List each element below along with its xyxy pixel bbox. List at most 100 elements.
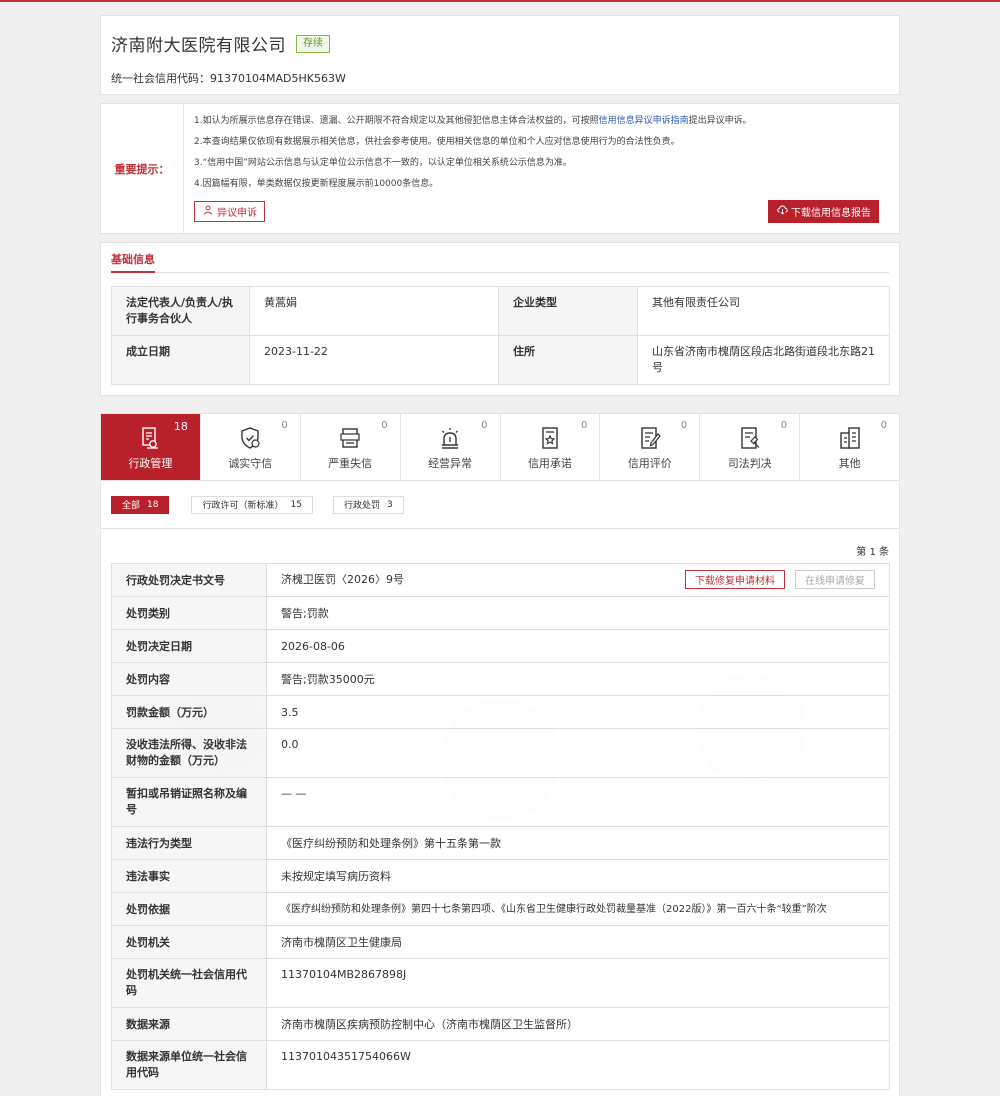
row-label: 处罚决定日期 [111,629,267,663]
filter-count: 15 [290,499,302,510]
row-label: 违法事实 [111,859,267,893]
download-repair-button[interactable]: 下载修复申请材料 [685,570,785,589]
address-value: 山东省济南市槐荫区段店北路街道段北东路21号 [637,335,890,385]
tab-label: 经营异常 [428,457,473,470]
tab-label: 行政管理 [128,457,173,470]
row-value: 警告;罚款35000元 [266,662,890,696]
company-type-label: 企业类型 [498,286,638,336]
credit-code-value: 91370104MAD5HK563W [210,72,346,85]
notice-line-2: 2.本查询结果仅依现有数据展示相关信息，供社会参考使用。使用相关信息的单位和个人… [194,137,680,147]
tab-label: 诚实守信 [228,457,273,470]
row-label: 处罚类别 [111,596,267,630]
table-row: 处罚依据 《医疗纠纷预防和处理条例》第四十七条第四项、《山东省卫生健康行政处罚裁… [111,892,890,926]
filter-label: 行政处罚 [343,501,380,511]
basic-info-section: 基础信息 法定代表人/负责人/执行事务合伙人 黄蒿娟 企业类型 其他有限责任公司… [100,242,900,396]
row-label: 没收违法所得、没收非法财物的金额（万元） [111,728,267,778]
notice-line-4: 4.因篇幅有限，单类数据仅按更新程度展示前10000条信息。 [194,179,439,189]
credit-code-label: 统一社会信用代码： [111,72,210,85]
table-row: 没收违法所得、没收非法财物的金额（万元） 0.0 [111,728,890,778]
tab-integrity[interactable]: 0 诚实守信 [201,414,301,480]
table-row: 违法行为类型 《医疗纠纷预防和处理条例》第十五条第一款 [111,826,890,860]
table-row: 暂扣或吊销证照名称及编号 — — [111,777,890,827]
tab-credit-evaluation[interactable]: 0 信用评价 [600,414,701,480]
table-row: 处罚内容 警告;罚款35000元 [111,662,890,696]
table-row: 法定代表人/负责人/执行事务合伙人 黄蒿娟 企业类型 其他有限责任公司 [111,286,890,336]
row-label: 处罚机关 [111,925,267,959]
download-report-button[interactable]: 下载信用信息报告 [768,200,879,223]
row-label: 数据来源单位统一社会信用代码 [111,1040,267,1090]
online-repair-button[interactable]: 在线申请修复 [795,570,875,589]
row-value: 未按规定填写病历资料 [266,859,890,893]
row-value: 《医疗纠纷预防和处理条例》第十五条第一款 [266,826,890,860]
row-value: 3.5 [266,695,890,729]
table-row: 处罚机关统一社会信用代码 11370104MB2867898J [111,958,890,1008]
important-notice: 重要提示： 1.如认为所展示信息存在错误、遗漏、公开期限不符合规定以及其他侵犯信… [100,103,900,234]
row-label: 暂扣或吊销证照名称及编号 [111,777,267,827]
tab-count: 0 [281,420,288,431]
tab-label: 司法判决 [727,457,772,470]
row-label: 处罚机关统一社会信用代码 [111,958,267,1008]
filter-label: 行政许可（新标准） [202,501,284,511]
table-row: 处罚决定日期 2026-08-06 [111,629,890,663]
table-row: 行政处罚决定书文号 济槐卫医罚〈2026〉9号 下载修复申请材料 在线申请修复 [111,563,890,597]
user-warning-icon [202,205,214,218]
admin-icon [142,427,159,449]
dishonest-icon [340,428,360,448]
tab-serious-dishonest[interactable]: 0 严重失信 [301,414,401,480]
tab-basic-info[interactable]: 基础信息 [111,251,155,273]
tab-label: 其他 [838,457,861,470]
tab-other[interactable]: 0 其他 [800,414,899,480]
table-row: 成立日期 2023-11-22 住所 山东省济南市槐荫区段店北路街道段北东路21… [111,335,890,385]
tab-count: 0 [381,420,388,431]
appeal-guide-link[interactable]: 信用信息异议申诉指南 [599,116,689,126]
credit-code: 统一社会信用代码：91370104MAD5HK563W [111,70,889,86]
notice-line-1: 1.如认为所展示信息存在错误、遗漏、公开期限不符合规定以及其他侵犯信息主体合法权… [194,111,889,132]
row-label: 数据来源 [111,1007,267,1041]
tab-credit-promise[interactable]: 0 信用承诺 [501,414,601,480]
alarm-icon [442,428,459,449]
tab-judicial-judgment[interactable]: 0 司法判决 [700,414,801,480]
row-label: 罚款金额（万元） [111,695,267,729]
row-value: 11370104351754066W [266,1040,890,1090]
row-value: — — [266,777,890,827]
legal-rep-value: 黄蒿娟 [249,286,499,336]
notice-line-1-text: 1.如认为所展示信息存在错误、遗漏、公开期限不符合规定以及其他侵犯信息主体合法权… [194,116,599,126]
legal-rep-label: 法定代表人/负责人/执行事务合伙人 [111,286,250,336]
promise-icon [542,427,558,449]
tab-count: 0 [680,420,688,431]
row-label: 处罚内容 [111,662,267,696]
row-value: 济南市槐荫区疾病预防控制中心（济南市槐荫区卫生监督所） [266,1007,890,1041]
row-value: 《医疗纠纷预防和处理条例》第四十七条第四项、《山东省卫生健康行政处罚裁量基准（2… [266,892,890,926]
filter-count: 3 [386,499,393,510]
company-name: 济南附大医院有限公司 [111,36,286,56]
address-label: 住所 [498,335,638,385]
penalty-detail: 第 1 条 行政处罚决定书文号 济槐卫医罚〈2026〉9号 下载修复申请材料 在… [100,529,900,1096]
category-tabs: 18 行政管理 0 诚实守信 0 严重失信 0 经营异常 0 信用承诺 0 信用… [100,413,900,481]
company-header: 济南附大医院有限公司 存续 统一社会信用代码：91370104MAD5HK563… [100,15,900,95]
table-row: 数据来源单位统一社会信用代码 11370104351754066W [111,1040,890,1090]
row-value: 济南市槐荫区卫生健康局 [266,925,890,959]
filter-count: 18 [147,499,159,510]
cloud-download-icon [776,205,788,218]
tab-label: 信用评价 [627,457,672,470]
notice-line-1-end: 提出异议申诉。 [688,116,752,126]
appeal-button[interactable]: 异议申诉 [194,201,265,222]
tab-abnormal-operation[interactable]: 0 经营异常 [401,414,501,480]
founded-date-value: 2023-11-22 [249,335,499,385]
status-badge: 存续 [296,34,330,53]
filter-admin-penalty[interactable]: 行政处罚 3 [332,495,404,514]
row-label: 处罚依据 [111,892,267,926]
evaluation-icon [641,427,661,449]
filter-admin-license[interactable]: 行政许可（新标准） 15 [191,495,313,514]
row-label: 行政处罚决定书文号 [111,563,267,597]
tab-label: 严重失信 [328,457,373,470]
filter-all[interactable]: 全部 18 [111,495,170,514]
table-row: 处罚机关 济南市槐荫区卫生健康局 [111,925,890,959]
row-value: 11370104MB2867898J [266,958,890,1008]
filter-label: 全部 [122,501,141,511]
company-type-value: 其他有限责任公司 [637,286,890,336]
tab-count: 18 [173,420,188,433]
shield-icon [241,427,260,449]
tab-admin-management[interactable]: 18 行政管理 [101,414,201,480]
judgment-icon [740,427,760,449]
